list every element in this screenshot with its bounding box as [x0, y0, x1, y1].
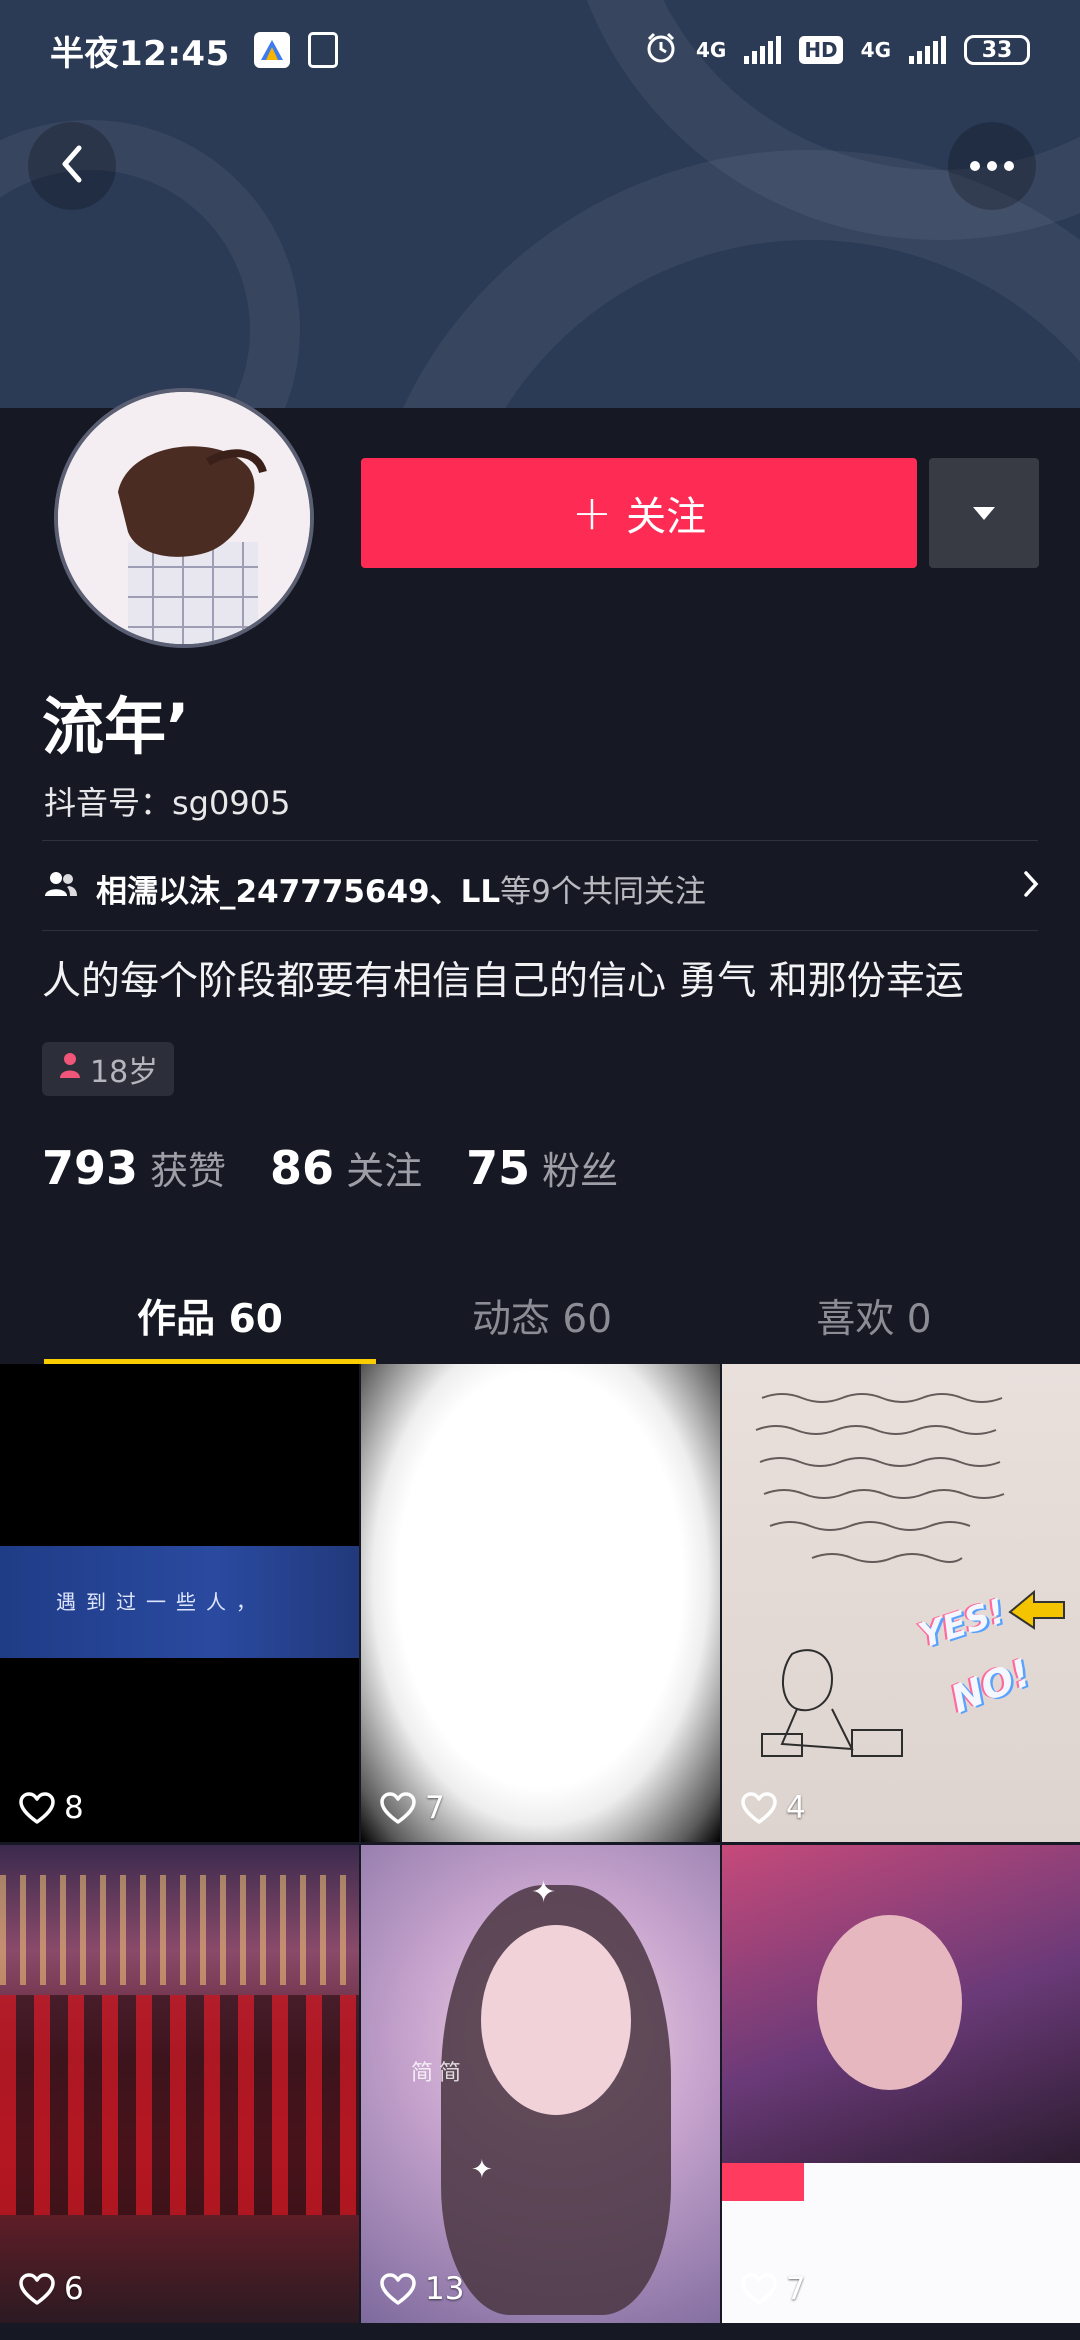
like-count: 8 [18, 1790, 84, 1826]
avatar[interactable] [54, 388, 314, 648]
avatar-image [58, 392, 310, 644]
plus-icon: + [571, 485, 613, 541]
video-grid: 遇到过一些人， 8 7 YES! NO! 4 6 简简 ✦ ✦ 13 7 [0, 1364, 1080, 2340]
video-thumbnail[interactable]: 7 [722, 1845, 1080, 2323]
like-count: 7 [379, 1790, 445, 1826]
like-count-value: 13 [425, 2271, 465, 2307]
chevron-left-icon [57, 144, 87, 188]
like-count: 4 [740, 1790, 806, 1826]
following-count[interactable]: 86 [270, 1141, 334, 1195]
thumbnail-handwriting [752, 1378, 1061, 1589]
thumbnail-portrait-face [817, 1915, 962, 2090]
like-count-value: 7 [786, 2271, 806, 2307]
sparkle-icon: ✦ [471, 2155, 493, 2185]
thumbnail-text-yes: YES! [913, 1591, 1010, 1657]
heart-outline-icon [380, 1792, 416, 1824]
age-tag: 18岁 [42, 1042, 175, 1096]
alarm-icon [644, 31, 678, 70]
like-count: 6 [18, 2271, 84, 2307]
thumbnail-watermark: 简简 [411, 2061, 468, 2086]
tab-works[interactable]: 作品 60 [44, 1270, 376, 1364]
file-notification-icon [307, 32, 338, 68]
thumbnail-lights [0, 1875, 359, 1985]
divider [42, 930, 1038, 931]
network-label-2: 4G [860, 38, 891, 62]
like-count-value: 7 [425, 1790, 445, 1826]
like-count: 13 [379, 2271, 464, 2307]
follow-button[interactable]: + 关注 [361, 458, 917, 568]
hd-badge: HD [799, 36, 843, 64]
video-thumbnail[interactable]: 6 [0, 1845, 359, 2323]
likes-label: 获赞 [150, 1149, 227, 1193]
more-options-button[interactable] [948, 122, 1036, 210]
following-label[interactable]: 关注 [346, 1140, 422, 1195]
like-count: 7 [740, 2271, 806, 2307]
mutual-follow-count: 等9个共同关注 [500, 873, 706, 910]
heart-outline-icon [741, 1792, 777, 1824]
followers-label[interactable]: 粉丝 [542, 1140, 618, 1195]
network-label: 4G [695, 38, 727, 62]
signal-icon [909, 36, 946, 64]
battery-icon: 33 [964, 35, 1030, 65]
thumbnail-portrait-face [481, 1925, 631, 2115]
follow-label: 关注 [626, 494, 707, 540]
thumbnail-figures [0, 1995, 359, 2215]
heart-outline-icon [380, 2273, 416, 2305]
female-icon [58, 1051, 82, 1087]
caret-down-icon [973, 506, 995, 520]
mutual-follow-row[interactable]: 相濡以沫_247775649、LL 等9个共同关注 [44, 862, 1040, 914]
thumbnail-text-no: NO! [944, 1650, 1037, 1722]
recommend-dropdown-button[interactable] [929, 458, 1039, 568]
like-count-value: 4 [786, 1790, 806, 1826]
chevron-right-icon [1022, 869, 1040, 907]
heart-outline-icon [19, 1792, 55, 1824]
heart-outline-icon [19, 2273, 55, 2305]
tab-moments[interactable]: 动态 60 [376, 1270, 708, 1362]
mutual-follow-names: 相濡以沫_247775649、LL [96, 873, 501, 910]
age-label: 18岁 [90, 1055, 159, 1090]
heart-outline-icon [741, 2273, 777, 2305]
users-icon [44, 870, 78, 906]
signal-icon [744, 36, 782, 64]
video-thumbnail[interactable]: YES! NO! 4 [722, 1364, 1080, 1842]
video-thumbnail[interactable]: 简简 ✦ ✦ 13 [361, 1845, 720, 2323]
divider [42, 840, 1038, 841]
profile-nickname: 流年’ [42, 690, 190, 763]
sparkle-icon: ✦ [531, 1875, 557, 1910]
status-time: 半夜12:45 [50, 33, 230, 74]
status-bar: 半夜12:45 4G HD 4G 33 [0, 0, 1080, 100]
arrow-icon [1008, 1589, 1068, 1634]
profile-stats: 793 获赞 86 关注 75 粉丝 [42, 1140, 662, 1195]
video-thumbnail[interactable]: 7 [361, 1364, 720, 1842]
thumbnail-caption: 遇到过一些人， [56, 1590, 266, 1614]
likes-count: 793 [42, 1141, 139, 1195]
profile-bio: 人的每个阶段都要有相信自己的信心 勇气 和那份幸运 [42, 959, 964, 1004]
sketch-drawing [761, 1649, 903, 1757]
like-count-value: 8 [64, 1790, 84, 1826]
tab-likes[interactable]: 喜欢 0 [708, 1270, 1040, 1362]
app-notification-icon [253, 32, 290, 68]
back-button[interactable] [28, 122, 116, 210]
video-thumbnail[interactable]: 遇到过一些人， 8 [0, 1364, 359, 1842]
followers-count[interactable]: 75 [466, 1141, 530, 1195]
thumbnail-panel-bar [722, 2163, 804, 2201]
more-dots-icon [969, 157, 1015, 176]
battery-level: 33 [981, 37, 1013, 63]
profile-tabs: 作品 60 动态 60 喜欢 0 [44, 1270, 1040, 1364]
douyin-id: 抖音号：sg0905 [44, 784, 291, 822]
like-count-value: 6 [64, 2271, 84, 2307]
